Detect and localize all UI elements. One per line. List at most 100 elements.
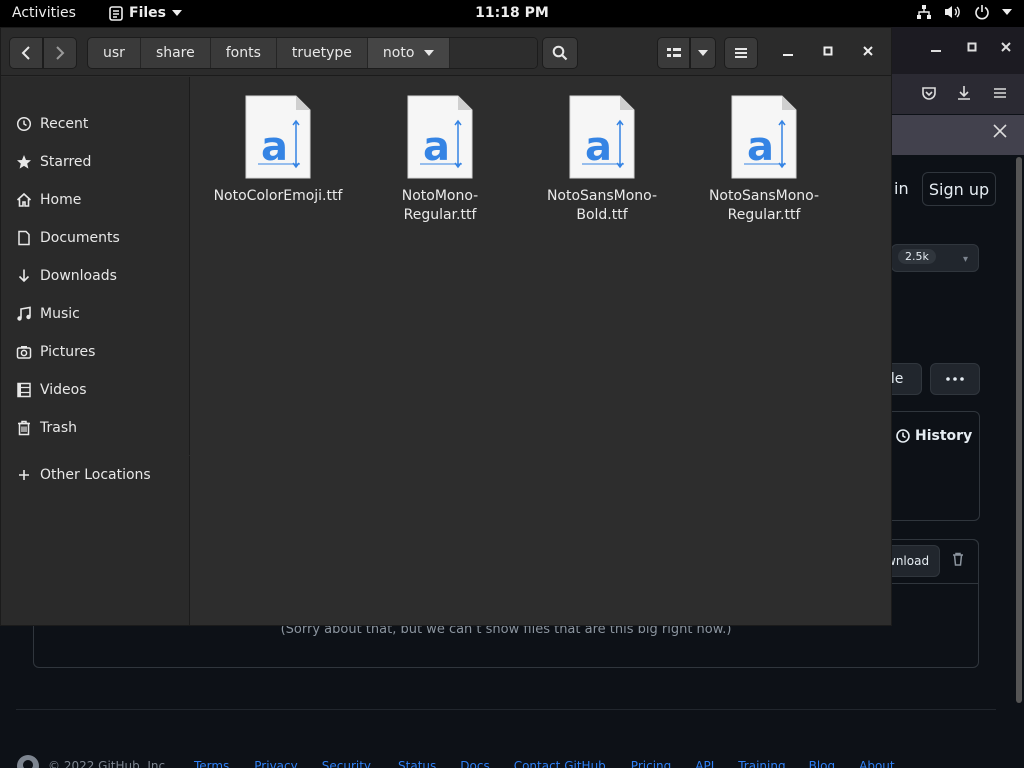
footer-link-training[interactable]: Training [738,759,785,768]
search-icon [552,45,568,61]
sidebar-item-label: Videos [40,382,87,398]
close-icon [863,46,873,56]
footer-link-about[interactable]: About [859,759,894,768]
browser-close-button[interactable] [1000,41,1012,57]
font-file-icon: a [406,94,474,180]
camera-icon [16,344,32,360]
footer-link-docs[interactable]: Docs [460,759,489,768]
files-headerbar: usr share fonts truetype noto [1,28,891,76]
svg-text:a: a [261,124,288,170]
network-icon [917,5,931,19]
file-name: NotoSansMono-Regular.ttf [708,188,820,223]
path-crumb-usr[interactable]: usr [88,38,141,68]
sidebar-item-documents[interactable]: Documents [1,220,190,256]
sidebar-item-trash[interactable]: Trash [1,410,190,446]
path-crumb-noto[interactable]: noto [367,38,451,68]
delete-file-button[interactable] [950,551,966,571]
home-icon [16,192,32,208]
power-icon [975,5,989,20]
svg-text:a: a [747,124,774,170]
download-button-label: wnload [886,554,930,568]
file-item[interactable]: a NotoSansMono-Regular.ttf [694,94,834,225]
footer-link-contact-github[interactable]: Contact GitHub [514,759,606,768]
search-button[interactable] [542,37,578,69]
chevron-down-icon: ▾ [962,254,968,265]
browser-scrollbar[interactable] [1016,157,1022,703]
file-item[interactable]: a NotoMono-Regular.ttf [370,94,510,225]
main-menu-button[interactable] [724,37,758,69]
maximize-icon [823,46,833,56]
back-button[interactable] [9,37,43,69]
path-crumb-empty[interactable] [450,38,538,68]
chevron-right-icon [56,46,65,60]
more-options-button[interactable] [930,363,980,395]
star-counter-button[interactable]: 2.5k ▾ [891,244,979,272]
music-icon [16,306,32,322]
footer-link-status[interactable]: Status [398,759,436,768]
footer-divider [16,709,996,710]
minimize-icon [783,54,793,56]
footer-links: Terms Privacy Security Status Docs Contact Gi… [194,759,895,768]
view-options-button[interactable] [690,37,716,69]
gnome-top-bar: Activities Files 11:18 PM [0,0,1024,27]
sidebar-item-music[interactable]: Music [1,296,190,332]
sidebar-item-videos[interactable]: Videos [1,372,190,408]
footer-link-privacy[interactable]: Privacy [254,759,297,768]
footer-link-security[interactable]: Security [322,759,371,768]
notification-close-button[interactable] [992,123,1008,143]
forward-button[interactable] [43,37,77,69]
path-crumb-share[interactable]: share [141,38,211,68]
history-label: History [915,428,973,444]
history-icon [896,429,910,443]
sidebar-item-starred[interactable]: Starred [1,144,190,180]
signin-link[interactable]: in [894,179,909,198]
system-tray[interactable] [916,4,1012,20]
pocket-button[interactable] [920,84,938,106]
footer-link-pricing[interactable]: Pricing [631,759,671,768]
file-item[interactable]: a NotoColorEmoji.ttf [208,94,348,206]
places-sidebar: Recent Starred Home Documents Downloads … [1,77,190,625]
browser-menu-button[interactable] [991,84,1009,106]
sidebar-item-home[interactable]: Home [1,182,190,218]
file-name: NotoColorEmoji.ttf [213,188,343,204]
clock[interactable]: 11:18 PM [0,5,1024,21]
file-item[interactable]: a NotoSansMono-Bold.ttf [532,94,672,225]
sidebar-item-label: Trash [40,420,77,436]
close-button[interactable] [862,42,874,61]
path-crumb-truetype[interactable]: truetype [277,38,368,68]
footer-link-api[interactable]: API [695,759,714,768]
hamburger-icon [735,48,747,58]
sidebar-item-other-locations[interactable]: Other Locations [1,457,190,493]
sidebar-item-recent[interactable]: Recent [1,106,190,142]
browser-minimize-button[interactable] [930,41,942,57]
sidebar-item-label: Pictures [40,344,96,360]
chevron-left-icon [21,46,30,60]
sidebar-item-downloads[interactable]: Downloads [1,258,190,294]
signup-button[interactable]: Sign up [922,172,996,206]
desktop: in Sign up 2.5k ▾ ile History wnload (So… [0,0,1024,768]
footer-link-blog[interactable]: Blog [809,759,836,768]
kebab-horizontal-icon [946,377,964,381]
star-icon [16,154,32,170]
minimize-button[interactable] [782,42,794,61]
font-file-icon: a [730,94,798,180]
browser-maximize-button[interactable] [966,41,978,57]
svg-text:a: a [585,124,612,170]
github-logo-icon[interactable] [16,754,40,768]
svg-text:a: a [423,124,450,170]
close-icon [1001,42,1011,52]
sidebar-item-pictures[interactable]: Pictures [1,334,190,370]
maximize-icon [967,42,977,52]
list-view-icon [666,48,681,57]
sidebar-separator [1,455,190,456]
maximize-button[interactable] [822,42,834,61]
download-icon [958,86,970,100]
star-count: 2.5k [898,249,936,264]
download-icon [16,268,32,284]
path-crumb-fonts[interactable]: fonts [211,38,277,68]
view-toggle-button[interactable] [657,37,690,69]
minimize-icon [931,50,941,52]
history-link[interactable]: History [895,428,972,444]
footer-link-terms[interactable]: Terms [194,759,229,768]
downloads-button[interactable] [955,84,973,106]
